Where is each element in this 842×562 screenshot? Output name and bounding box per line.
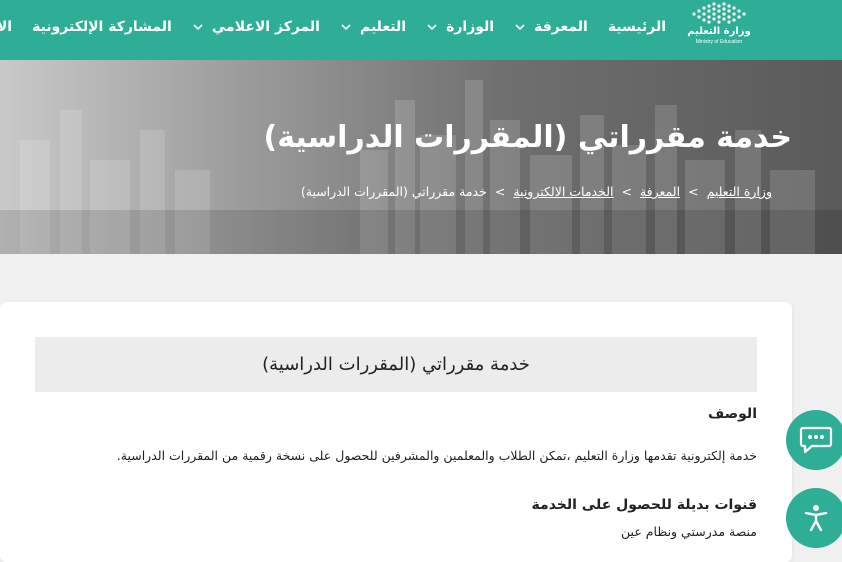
breadcrumb-link-knowledge[interactable]: المعرفة xyxy=(640,184,680,199)
top-navbar: وزارة التعليم Ministry of Education الرئ… xyxy=(0,0,842,60)
logo-name-ar: وزارة التعليم xyxy=(687,26,751,37)
chevron-down-icon xyxy=(427,24,437,31)
nav-item-e-participation[interactable]: المشاركة الإلكترونية xyxy=(32,19,172,35)
logo-dots-icon xyxy=(692,2,746,24)
nav-item-media-center[interactable]: المركز الاعلامي xyxy=(192,19,320,35)
chevron-down-icon xyxy=(515,24,525,31)
service-card: خدمة مقرراتي (المقررات الدراسية) الوصف خ… xyxy=(0,302,792,562)
nav-item-ministry[interactable]: الوزارة xyxy=(426,19,494,35)
accessibility-button[interactable] xyxy=(786,488,842,548)
nav-item-education[interactable]: التعليم xyxy=(340,19,406,35)
chevron-down-icon xyxy=(193,24,203,31)
accessibility-icon xyxy=(804,505,828,532)
breadcrumb-separator: > xyxy=(688,184,699,199)
breadcrumb-current: خدمة مقرراتي (المقررات الدراسية) xyxy=(300,184,487,199)
alt-channels-label: قنوات بديلة للحصول على الخدمة xyxy=(531,497,757,513)
alt-channels-text: منصة مدرستي ونظام عين xyxy=(621,524,757,539)
breadcrumb-separator: > xyxy=(494,184,506,199)
logo-name-en: Ministry of Education xyxy=(695,39,743,45)
chat-bubble-icon xyxy=(799,426,833,454)
description-label: الوصف xyxy=(707,406,757,422)
description-text: خدمة إلكترونية تقدمها وزارة التعليم ،تمك… xyxy=(116,448,757,463)
nav-item-knowledge[interactable]: المعرفة xyxy=(514,19,588,35)
nav-item-label: المركز الاعلامي xyxy=(211,19,320,35)
chat-button[interactable] xyxy=(786,410,842,470)
service-card-title: خدمة مقرراتي (المقررات الدراسية) xyxy=(35,337,757,392)
nav-item-label: الرئيسية xyxy=(607,19,666,35)
nav-item-label: المعرفة xyxy=(534,19,588,35)
breadcrumb: وزارة التعليم > المعرفة > الخدمات الالكت… xyxy=(301,184,772,199)
nav-item-label: الوزارة xyxy=(446,19,495,35)
breadcrumb-separator: > xyxy=(621,184,632,199)
nav-item-label: التعليم xyxy=(359,19,407,35)
page-title: خدمة مقرراتي (المقررات الدراسية) xyxy=(263,120,792,155)
nav-item-label: المشاركة الإلكترونية xyxy=(32,19,172,35)
hero-banner: خدمة مقرراتي (المقررات الدراسية) وزارة ا… xyxy=(0,60,842,254)
city-skyline-image xyxy=(0,80,842,254)
nav-item-label: الاستثما xyxy=(0,19,13,35)
breadcrumb-link-e-services[interactable]: الخدمات الالكترونية xyxy=(513,184,613,199)
nav-item-investment[interactable]: الاستثما xyxy=(0,19,12,35)
main-nav: الرئيسية المعرفة الوزارة التعليم المركز … xyxy=(0,0,666,54)
chevron-down-icon xyxy=(341,24,351,31)
breadcrumb-link-ministry[interactable]: وزارة التعليم xyxy=(707,184,772,199)
ministry-logo[interactable]: وزارة التعليم Ministry of Education xyxy=(684,0,754,54)
nav-item-home[interactable]: الرئيسية xyxy=(608,19,666,35)
